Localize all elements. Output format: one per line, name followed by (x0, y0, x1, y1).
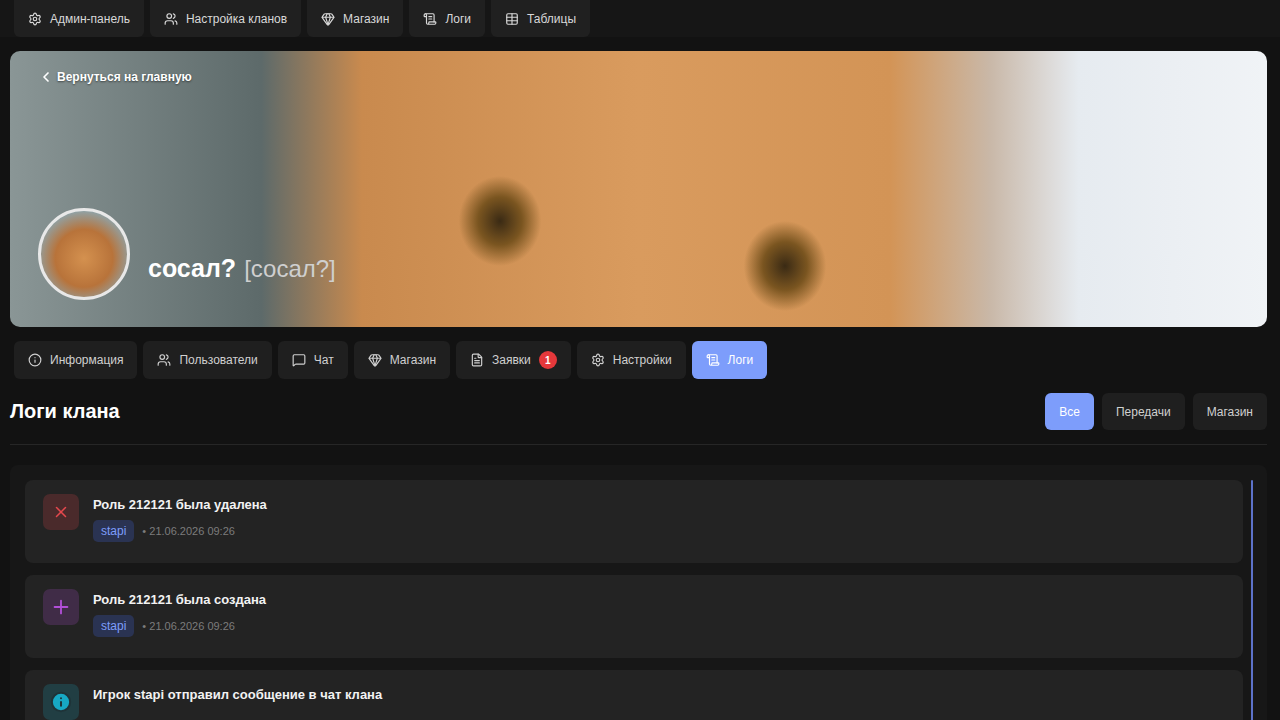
log-list: Роль 212121 была удалена stapi • 21.06.202… (25, 480, 1243, 720)
clan-tab[interactable]: Логи (692, 341, 768, 379)
clan-tab[interactable]: Настройки (577, 341, 686, 379)
clan-name: сосал? (148, 254, 236, 283)
log-title: Роль 212121 была удалена (93, 497, 267, 512)
back-link[interactable]: Вернуться на главную (38, 69, 1247, 85)
users-icon (164, 12, 178, 26)
nav-button[interactable]: Логи (409, 0, 485, 37)
scrollbar[interactable] (1251, 480, 1253, 720)
clan-tab[interactable]: Заявки1 (456, 341, 571, 379)
log-meta: stapi • 21.06.2026 09:26 (93, 615, 266, 637)
nav-button[interactable]: Настройка кланов (150, 0, 301, 37)
log-title: Игрок stapi отправил сообщение в чат кла… (93, 687, 382, 702)
gem-icon (368, 353, 382, 367)
filter-button[interactable]: Передачи (1102, 393, 1185, 430)
clan-tab[interactable]: Пользователи (143, 341, 271, 379)
plus-icon (50, 596, 72, 618)
clan-tab[interactable]: Информация (14, 341, 137, 379)
clan-title: сосал? [сосал?] (148, 226, 336, 283)
users-icon (157, 353, 171, 367)
logs-icon (423, 12, 437, 26)
section-title: Логи клана (10, 400, 120, 423)
clan-header: сосал? [сосал?] (38, 208, 1247, 300)
clan-tabs: ИнформацияПользователиЧатМагазинЗаявки1Н… (0, 341, 1280, 379)
cross-icon (52, 503, 70, 521)
top-nav: Админ-панельНастройка клановМагазинЛогиТ… (0, 0, 1280, 37)
section-header: Логи клана ВсеПередачиМагазин (10, 393, 1267, 445)
chevron-left-icon (38, 69, 54, 85)
log-meta: stapi • 21.06.2026 09:26 (93, 520, 267, 542)
filter-button[interactable]: Все (1045, 393, 1094, 430)
gem-icon (321, 12, 335, 26)
clan-tab[interactable]: Магазин (354, 341, 450, 379)
filter-button[interactable]: Магазин (1193, 393, 1267, 430)
log-body: Роль 212121 была удалена stapi • 21.06.202… (93, 494, 267, 542)
log-icon-box (43, 494, 79, 530)
logs-icon (706, 353, 720, 367)
nav-button[interactable]: Таблицы (491, 0, 590, 37)
clan-avatar (38, 208, 130, 300)
gear-icon (591, 353, 605, 367)
log-panel: Роль 212121 была удалена stapi • 21.06.202… (10, 465, 1267, 720)
filter-group: ВсеПередачиМагазин (1045, 393, 1267, 430)
log-body: Роль 212121 была создана stapi • 21.06.202… (93, 589, 266, 637)
clan-banner: Вернуться на главную сосал? [сосал?] (10, 51, 1267, 327)
gear-icon (28, 12, 42, 26)
info-icon (28, 353, 42, 367)
clan-tag: [сосал?] (244, 255, 336, 283)
author-tag[interactable]: stapi (93, 615, 134, 637)
clan-tab[interactable]: Чат (278, 341, 348, 379)
document-icon (470, 353, 484, 367)
log-time: • 21.06.2026 09:26 (142, 525, 235, 537)
table-icon (505, 12, 519, 26)
page: Админ-панельНастройка клановМагазинЛогиТ… (0, 0, 1280, 720)
chat-icon (292, 353, 306, 367)
log-title: Роль 212121 была создана (93, 592, 266, 607)
log-card: Роль 212121 была создана stapi • 21.06.202… (25, 575, 1243, 658)
log-icon-box (43, 589, 79, 625)
author-tag[interactable]: stapi (93, 520, 134, 542)
log-body: Игрок stapi отправил сообщение в чат кла… (93, 684, 382, 702)
log-card: Игрок stapi отправил сообщение в чат кла… (25, 670, 1243, 720)
log-card: Роль 212121 была удалена stapi • 21.06.202… (25, 480, 1243, 563)
count-badge: 1 (539, 351, 557, 369)
nav-button[interactable]: Магазин (307, 0, 403, 37)
log-time: • 21.06.2026 09:26 (142, 620, 235, 632)
info-icon (50, 691, 72, 713)
log-icon-box (43, 684, 79, 720)
nav-button[interactable]: Админ-панель (14, 0, 144, 37)
